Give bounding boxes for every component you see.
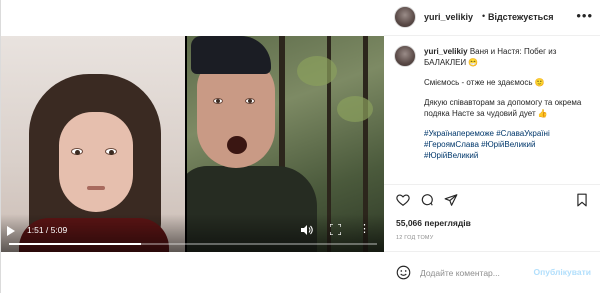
avatar[interactable]: [394, 6, 416, 28]
play-icon[interactable]: [7, 226, 15, 236]
publish-button[interactable]: Опублікувати: [534, 267, 591, 277]
action-bar: 55,066 переглядів 12 ГОД ТОМУ: [384, 184, 600, 250]
foliage: [297, 56, 337, 86]
instagram-post: 1:51 / 5:09 ⋮ yuri_velikiy • Відстежуєть…: [0, 0, 600, 293]
comment-icon[interactable]: [420, 193, 434, 207]
woman-eye-right: [105, 148, 117, 155]
caption-fade: [384, 170, 600, 184]
woman-eye-left: [71, 148, 83, 155]
share-icon[interactable]: [444, 193, 458, 207]
emoji-icon[interactable]: [396, 265, 411, 280]
video-controls: 1:51 / 5:09 ⋮: [1, 214, 384, 252]
post-header: yuri_velikiy • Відстежується •••: [384, 0, 600, 36]
post-timestamp[interactable]: 12 ГОД ТОМУ: [396, 235, 433, 241]
man-hat: [191, 36, 271, 74]
more-options-icon[interactable]: •••: [576, 8, 593, 23]
caption-username[interactable]: yuri_velikiy: [424, 47, 468, 56]
following-button[interactable]: Відстежується: [488, 12, 553, 22]
fullscreen-icon[interactable]: [330, 224, 341, 235]
man-mouth: [227, 136, 247, 154]
caption-line-2: Дякую співавторам за допомогу та окрема …: [424, 98, 582, 118]
video-progress-bar[interactable]: [9, 243, 377, 245]
caption-area: yuri_velikiy Ваня и Настя: Побег из БАЛА…: [384, 37, 600, 184]
video-more-icon[interactable]: ⋮: [359, 224, 370, 235]
username-link[interactable]: yuri_velikiy: [424, 12, 473, 22]
video-progress-fill: [9, 243, 142, 245]
separator-dot: •: [482, 11, 486, 21]
volume-icon[interactable]: [301, 225, 313, 235]
view-count[interactable]: 55,066 переглядів: [396, 218, 471, 228]
foliage: [337, 96, 373, 122]
woman-face: [59, 112, 133, 212]
woman-mouth: [87, 186, 105, 190]
comment-bar: Опублікувати: [384, 251, 600, 293]
heart-icon[interactable]: [396, 193, 410, 207]
caption-line-1: Сміємось - отже не здаємось 🙂: [424, 78, 545, 87]
bookmark-icon[interactable]: [575, 193, 589, 207]
caption-hashtags[interactable]: #Українапереможе #СлаваУкраїні #ГероямСл…: [424, 128, 590, 161]
comment-input[interactable]: [420, 265, 540, 280]
caption-text: yuri_velikiy Ваня и Настя: Побег из БАЛА…: [424, 46, 590, 161]
avatar[interactable]: [394, 45, 416, 67]
video-player[interactable]: 1:51 / 5:09 ⋮: [1, 36, 384, 252]
video-time: 1:51 / 5:09: [27, 225, 68, 235]
man-eye-left: [213, 98, 223, 104]
man-eye-right: [245, 98, 255, 104]
